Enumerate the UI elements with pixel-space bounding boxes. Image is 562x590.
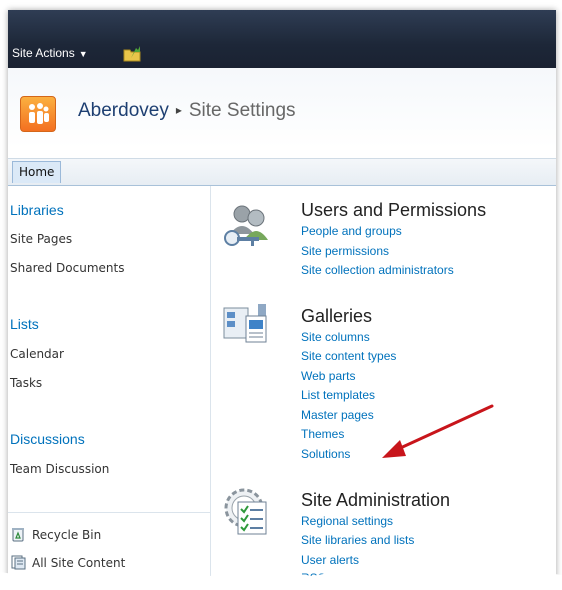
site-actions-menu[interactable]: Site Actions ▼: [12, 46, 88, 60]
breadcrumb-separator-icon: ▸: [175, 103, 182, 117]
galleries-icon: [223, 304, 267, 343]
link-themes[interactable]: Themes: [301, 427, 344, 441]
chevron-down-icon: ▼: [78, 49, 88, 59]
ql-item-tasks[interactable]: Tasks: [10, 376, 42, 390]
site-actions-label: Site Actions: [12, 46, 75, 60]
top-nav-bar: Home: [8, 158, 556, 186]
tab-home[interactable]: Home: [12, 161, 62, 183]
torn-edge-decoration: [0, 571, 562, 590]
link-solutions[interactable]: Solutions: [301, 447, 350, 461]
ql-item-site-pages[interactable]: Site Pages: [10, 232, 72, 246]
site-logo-icon[interactable]: [20, 96, 56, 132]
ql-item-shared-documents[interactable]: Shared Documents: [10, 261, 124, 275]
sharepoint-window: Site Actions ▼ Aberdovey ▸ Site Settings Ho…: [8, 10, 556, 582]
users-permissions-icon: [224, 205, 268, 246]
link-list-templates[interactable]: List templates: [301, 388, 375, 402]
quick-launch: Libraries Site Pages Shared Documents Li…: [8, 186, 211, 582]
link-site-columns[interactable]: Site columns: [301, 330, 370, 344]
link-people-and-groups[interactable]: People and groups: [301, 224, 402, 238]
section-title-galleries: Galleries: [301, 306, 373, 326]
recycle-bin-label: Recycle Bin: [32, 528, 102, 542]
recycle-bin-link[interactable]: Recycle Bin: [10, 526, 101, 542]
ql-heading-lists[interactable]: Lists: [10, 316, 39, 332]
link-user-alerts[interactable]: User alerts: [301, 553, 359, 567]
ql-heading-libraries[interactable]: Libraries: [10, 202, 64, 218]
link-web-parts[interactable]: Web parts: [301, 369, 355, 383]
ql-heading-discussions[interactable]: Discussions: [10, 431, 85, 447]
ribbon-bar: Site Actions ▼: [8, 10, 556, 68]
ql-item-calendar[interactable]: Calendar: [10, 347, 64, 361]
link-master-pages[interactable]: Master pages: [301, 408, 374, 422]
link-site-libraries-and-lists[interactable]: Site libraries and lists: [301, 533, 414, 547]
ql-item-team-discussion[interactable]: Team Discussion: [10, 462, 109, 476]
page-title: Site Settings: [188, 100, 296, 121]
navigate-up-icon[interactable]: [122, 44, 142, 62]
site-administration-icon: [224, 488, 267, 535]
link-site-collection-administrators[interactable]: Site collection administrators: [301, 263, 454, 277]
section-title-users-permissions: Users and Permissions: [301, 200, 487, 220]
link-site-content-types[interactable]: Site content types: [301, 349, 396, 363]
recycle-bin-icon: [12, 528, 24, 542]
breadcrumb: Aberdovey ▸ Site Settings: [78, 100, 296, 122]
section-title-site-administration: Site Administration: [301, 490, 451, 510]
annotation-arrow-icon: [382, 404, 494, 458]
breadcrumb-site-link[interactable]: Aberdovey: [78, 100, 169, 121]
link-site-permissions[interactable]: Site permissions: [301, 244, 389, 258]
link-regional-settings[interactable]: Regional settings: [301, 514, 393, 528]
ql-divider: [8, 512, 210, 513]
